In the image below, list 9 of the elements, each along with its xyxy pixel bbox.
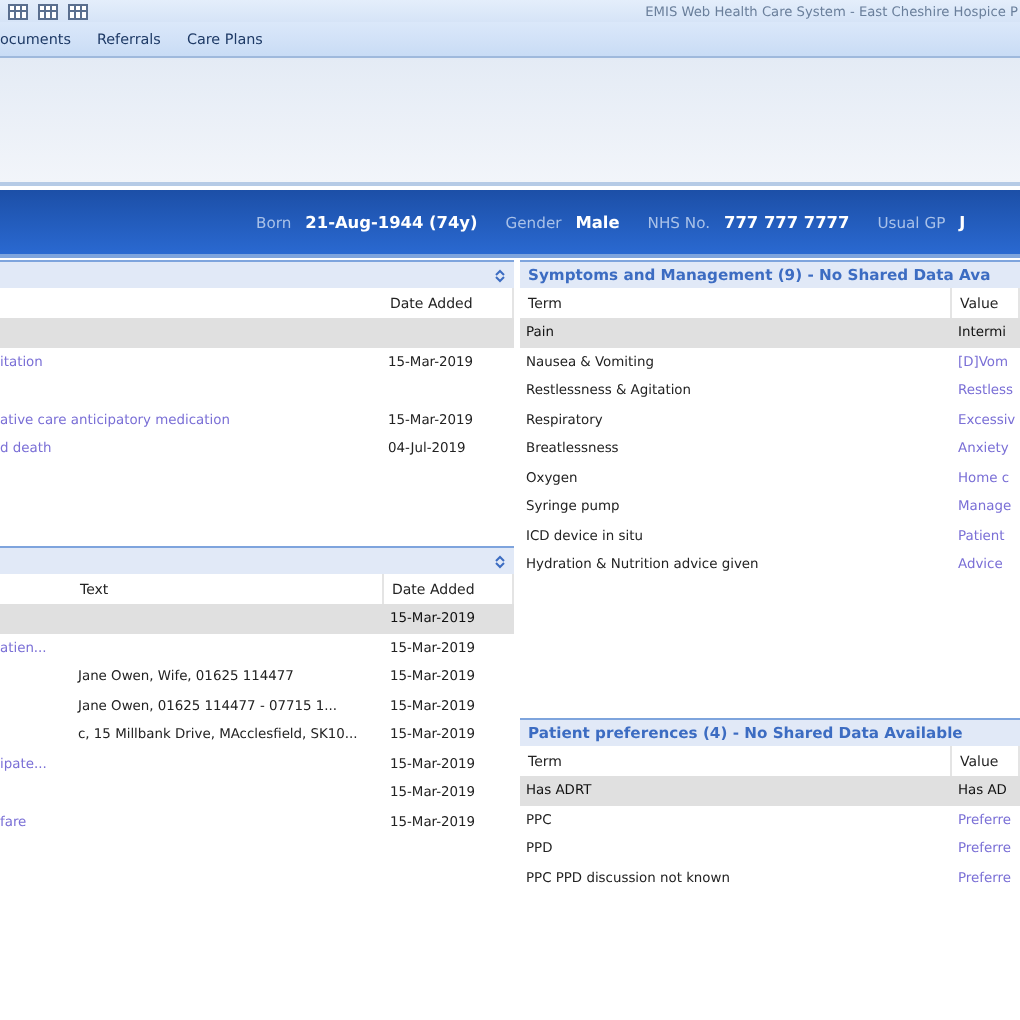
grid-icon[interactable] — [8, 3, 28, 19]
banner-value: J — [959, 212, 966, 232]
collapse-chevron-icon[interactable] — [494, 267, 506, 283]
collapse-chevron-icon[interactable] — [494, 553, 506, 569]
grid-icon[interactable] — [68, 3, 88, 19]
grid-icon[interactable] — [38, 3, 58, 19]
banner-value: 21-Aug-1944 (74y) — [305, 212, 478, 232]
banner-value: 777 777 7777 — [724, 212, 850, 232]
banner-value: Male — [575, 212, 620, 232]
